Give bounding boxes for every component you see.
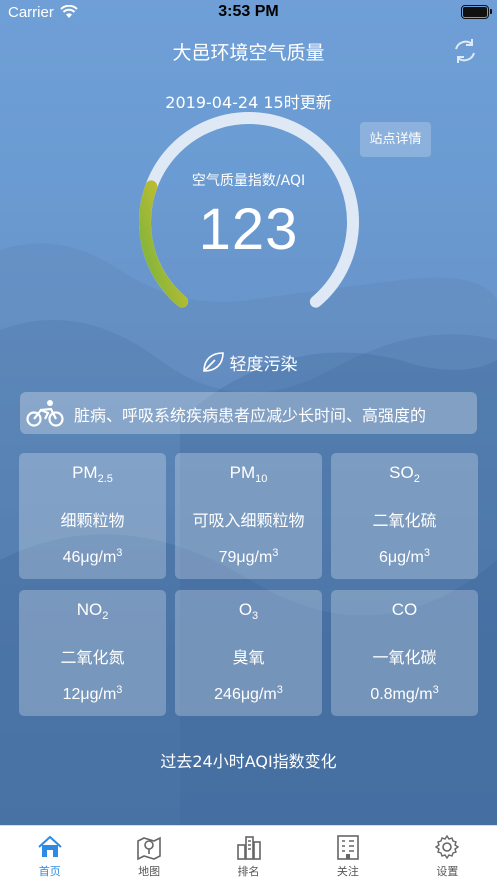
pollutant-unit-exponent: 3 bbox=[116, 684, 123, 696]
pollutant-card[interactable]: O3 臭氧 246μg/m3 bbox=[175, 590, 322, 716]
health-advice-text: 脏病、呼吸系统疾病患者应减少长时间、高强度的 bbox=[74, 406, 427, 425]
pollutant-description: 一氧化碳 bbox=[372, 648, 437, 667]
status-time: 3:53 PM bbox=[218, 3, 279, 20]
pollutant-value-text: 12μg/m bbox=[62, 686, 117, 703]
pollutant-subscript: 2 bbox=[102, 610, 109, 622]
pollutant-card[interactable]: CO 一氧化碳 0.8mg/m3 bbox=[331, 590, 478, 716]
pollutant-value: 6μg/m3 bbox=[331, 547, 478, 567]
pollutant-card[interactable]: NO2 二氧化氮 12μg/m3 bbox=[19, 590, 166, 716]
tab-settings-label: 设置 bbox=[436, 865, 459, 878]
tab-map-label: 地图 bbox=[138, 865, 161, 878]
health-advice-bar[interactable]: 脏病、呼吸系统疾病患者应减少长时间、高强度的 bbox=[20, 392, 477, 434]
tab-home-label: 首页 bbox=[38, 865, 61, 878]
tab-home[interactable]: 首页 bbox=[0, 826, 99, 883]
pollutant-description: 二氧化氮 bbox=[60, 648, 125, 667]
pollutant-subscript: 10 bbox=[255, 473, 268, 485]
pollutant-description: 臭氧 bbox=[232, 648, 265, 667]
home-icon bbox=[38, 835, 62, 857]
pollutant-name: O3 bbox=[175, 600, 322, 622]
pollutant-unit-exponent: 3 bbox=[423, 547, 430, 559]
pollution-level: 轻度污染 bbox=[0, 349, 497, 375]
pollutant-subscript: 3 bbox=[252, 610, 259, 622]
pollutant-value-text: 6μg/m bbox=[379, 549, 424, 566]
aqi-label: 空气质量指数/AQI bbox=[191, 173, 306, 189]
aqi-value: 123 bbox=[198, 197, 299, 262]
tab-settings[interactable]: 设置 bbox=[398, 826, 497, 883]
pollutant-unit-exponent: 3 bbox=[432, 684, 439, 696]
pollutant-value-text: 46μg/m bbox=[62, 549, 117, 566]
tab-follow[interactable]: 关注 bbox=[298, 826, 397, 883]
pollutant-unit-exponent: 3 bbox=[116, 547, 123, 559]
pollutant-description: 可吸入细颗粒物 bbox=[192, 511, 305, 530]
pollutant-value: 12μg/m3 bbox=[19, 684, 166, 704]
pollutant-symbol: PM bbox=[72, 463, 98, 482]
pollutant-card[interactable]: SO2 二氧化硫 6μg/m3 bbox=[331, 453, 478, 579]
building-icon bbox=[337, 835, 359, 860]
pollutant-value: 246μg/m3 bbox=[175, 684, 322, 704]
pollutant-subscript: 2 bbox=[413, 473, 420, 485]
pollutant-description: 细颗粒物 bbox=[60, 511, 125, 530]
tab-follow-label: 关注 bbox=[336, 865, 359, 878]
pollutant-symbol: PM bbox=[229, 463, 256, 482]
pollution-level-label: 轻度污染 bbox=[229, 354, 298, 375]
aqi-24h-chart-title: 过去24小时AQI指数变化 bbox=[160, 752, 337, 771]
pollutant-name: SO2 bbox=[331, 463, 478, 485]
pollutant-description: 二氧化硫 bbox=[372, 511, 437, 530]
pollutant-symbol: CO bbox=[391, 600, 418, 619]
pollutant-name: PM2.5 bbox=[19, 463, 166, 485]
tab-bar: 首页 地图 排名 关注 设置 bbox=[0, 825, 497, 883]
pollutant-symbol: O bbox=[238, 600, 253, 619]
pollutant-name: NO2 bbox=[19, 600, 166, 622]
map-icon bbox=[137, 836, 161, 861]
gear-icon bbox=[435, 834, 460, 860]
tab-ranking[interactable]: 排名 bbox=[199, 826, 298, 883]
pollutant-unit-exponent: 3 bbox=[276, 684, 283, 696]
pollutant-value-text: 79μg/m bbox=[218, 549, 273, 566]
page-title: 大邑环境空气质量 bbox=[172, 42, 325, 64]
refresh-icon[interactable] bbox=[450, 36, 480, 66]
pollutant-value: 0.8mg/m3 bbox=[331, 684, 478, 704]
pollutant-value-text: 246μg/m bbox=[214, 686, 277, 703]
tab-map[interactable]: 地图 bbox=[99, 826, 198, 883]
pollutant-value: 79μg/m3 bbox=[175, 547, 322, 567]
battery-icon bbox=[461, 5, 492, 19]
pollutant-value-text: 0.8mg/m bbox=[370, 686, 433, 703]
leaf-icon bbox=[202, 352, 224, 372]
tab-ranking-label: 排名 bbox=[237, 865, 260, 878]
pollutant-card[interactable]: PM2.5 细颗粒物 46μg/m3 bbox=[19, 453, 166, 579]
update-time: 2019-04-24 15时更新 bbox=[165, 93, 332, 112]
pollutant-unit-exponent: 3 bbox=[272, 547, 279, 559]
ranking-icon bbox=[236, 836, 261, 860]
bicycle-icon bbox=[26, 400, 64, 427]
pollutant-name: PM10 bbox=[175, 463, 322, 485]
pollutant-value: 46μg/m3 bbox=[19, 547, 166, 567]
pollutant-name: CO bbox=[331, 600, 478, 620]
status-bar: Carrier 3:53 PM bbox=[0, 0, 497, 26]
pollutant-subscript: 2.5 bbox=[97, 473, 113, 485]
pollutant-symbol: NO bbox=[76, 600, 103, 619]
pollutant-card[interactable]: PM10 可吸入细颗粒物 79μg/m3 bbox=[175, 453, 322, 579]
pollutant-symbol: SO bbox=[389, 463, 414, 482]
